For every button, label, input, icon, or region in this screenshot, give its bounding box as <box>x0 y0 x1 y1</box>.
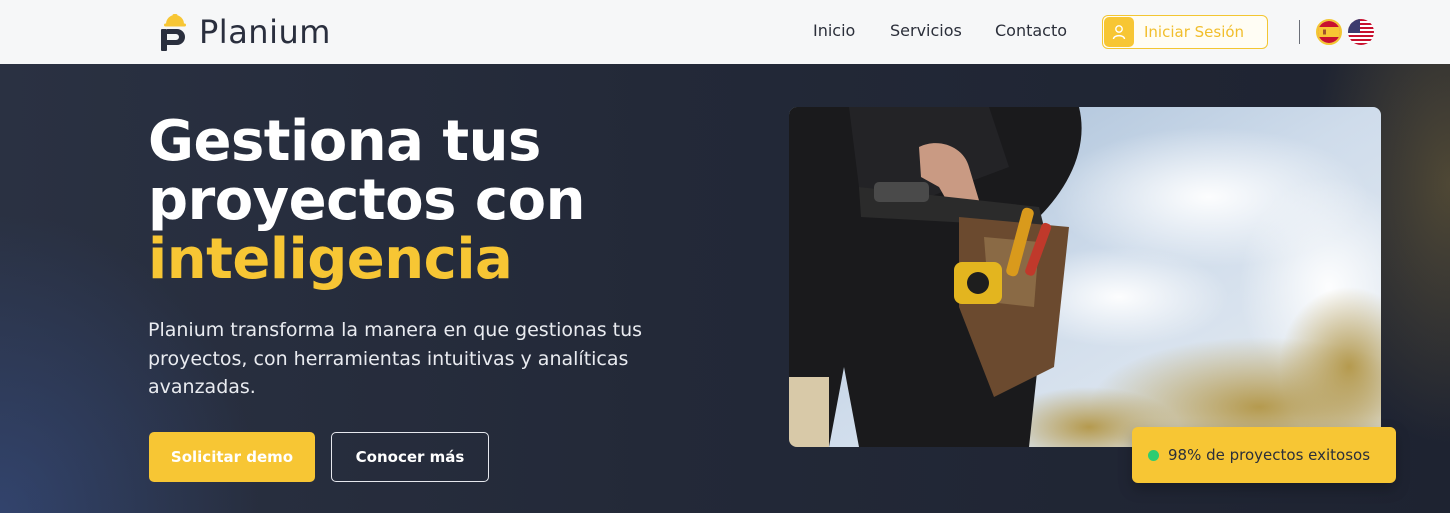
hero-image <box>789 107 1381 447</box>
login-button[interactable]: Iniciar Sesión <box>1102 15 1268 49</box>
brand-name: Planium <box>199 13 331 51</box>
request-demo-button[interactable]: Solicitar demo <box>149 432 315 482</box>
nav-link-servicios[interactable]: Servicios <box>890 21 962 40</box>
spain-flag-icon[interactable] <box>1316 19 1342 45</box>
nav-link-inicio[interactable]: Inicio <box>813 21 855 40</box>
planium-logo-icon <box>161 14 186 51</box>
user-icon <box>1104 17 1134 47</box>
header-divider <box>1299 20 1300 44</box>
hero-subtitle: Planium transforma la manera en que gest… <box>148 319 643 398</box>
login-label: Iniciar Sesión <box>1144 23 1245 41</box>
hero-section: Gestiona tus proyectos con inteligencia … <box>0 64 1450 513</box>
site-header: Planium Inicio Servicios Contacto Inicia… <box>0 0 1450 64</box>
learn-more-button[interactable]: Conocer más <box>331 432 489 482</box>
headline-accent: inteligencia <box>148 227 513 292</box>
us-flag-icon[interactable] <box>1348 19 1374 45</box>
headline-line-1: Gestiona tus <box>148 109 541 174</box>
brand-logo[interactable]: Planium <box>157 10 331 54</box>
hero-headline: Gestiona tus proyectos con inteligencia <box>148 112 585 289</box>
nav-link-contacto[interactable]: Contacto <box>995 21 1067 40</box>
success-rate-text: 98% de proyectos exitosos <box>1168 446 1371 464</box>
status-dot-icon <box>1148 449 1159 461</box>
success-rate-badge: 98% de proyectos exitosos <box>1132 427 1396 483</box>
headline-line-2: proyectos con <box>148 168 585 233</box>
